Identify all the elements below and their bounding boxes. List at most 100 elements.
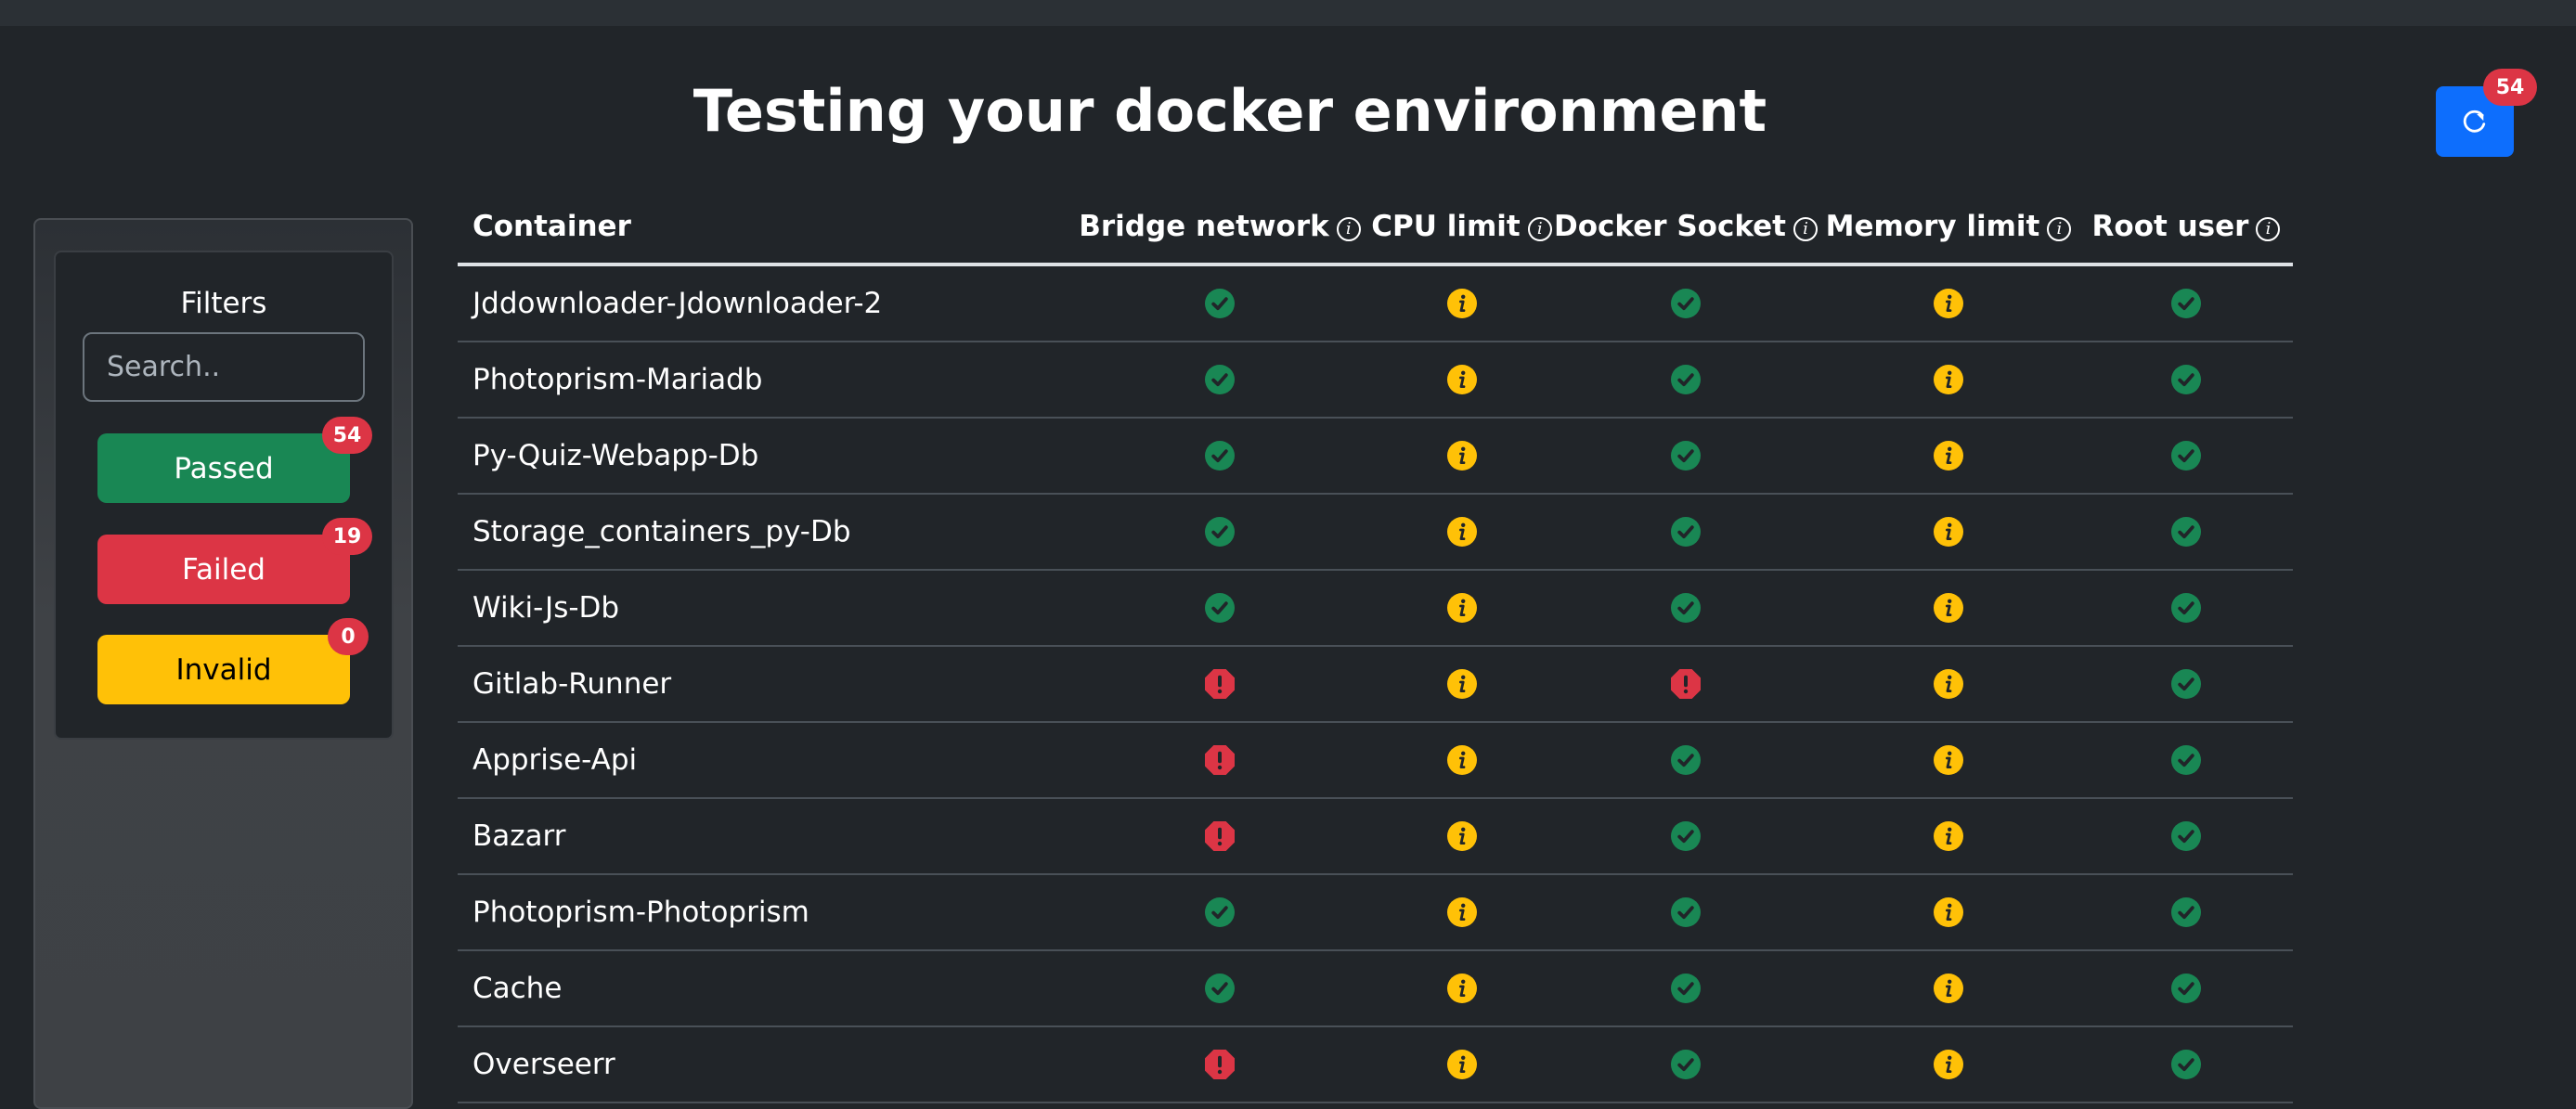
- failed-filter-button[interactable]: Failed: [97, 535, 350, 604]
- info-circle-icon: [1934, 821, 1963, 851]
- info-circle-icon: [1446, 669, 1477, 699]
- info-circle-icon: [1446, 517, 1477, 547]
- passed-count-badge: 54: [322, 417, 372, 454]
- info-circle-icon: [1934, 897, 1963, 927]
- status-cell: [1369, 646, 1554, 723]
- status-cell: [1070, 950, 1369, 1027]
- check-circle-icon: [2171, 974, 2201, 1003]
- status-cell: [2079, 264, 2293, 342]
- check-circle-icon: [1671, 1050, 1701, 1079]
- info-icon[interactable]: i: [1527, 217, 1552, 241]
- status-cell: [1369, 950, 1554, 1027]
- table-body: Jddownloader-Jdownloader-2 Photoprism-Mar…: [458, 264, 2293, 1103]
- status-cell: [1554, 798, 1818, 875]
- status-cell: [2079, 418, 2293, 495]
- container-name: Gitlab-Runner: [458, 646, 1070, 723]
- search-input[interactable]: [83, 332, 365, 402]
- status-cell: [1554, 1026, 1818, 1103]
- results-table: Container Bridge network i CPU limit i Doc…: [458, 190, 2293, 1103]
- status-cell: [1070, 1026, 1369, 1103]
- info-circle-icon: [1934, 669, 1963, 699]
- status-cell: [1070, 874, 1369, 951]
- check-circle-icon: [2171, 821, 2201, 851]
- check-circle-icon: [1671, 517, 1701, 547]
- column-header-cpu-limit: CPU limit i: [1369, 190, 1554, 266]
- status-cell: [1070, 264, 1369, 342]
- status-cell: [2079, 950, 2293, 1027]
- page-title: Testing your docker environment: [693, 77, 1767, 145]
- status-cell: [1554, 950, 1818, 1027]
- info-icon[interactable]: i: [2256, 217, 2281, 241]
- exclamation-octagon-icon: [1205, 745, 1235, 775]
- status-cell: [1369, 418, 1554, 495]
- table-row[interactable]: Overseerr: [458, 1026, 2293, 1103]
- info-icon[interactable]: i: [2047, 217, 2072, 241]
- info-icon[interactable]: i: [1793, 217, 1818, 241]
- container-name: Storage_containers_py-Db: [458, 494, 1070, 571]
- info-circle-icon: [1446, 745, 1477, 775]
- info-icon[interactable]: i: [1336, 217, 1361, 241]
- info-circle-icon: [1934, 365, 1963, 394]
- table-row[interactable]: Cache: [458, 950, 2293, 1027]
- container-name: Bazarr: [458, 798, 1070, 875]
- table-row[interactable]: Gitlab-Runner: [458, 646, 2293, 723]
- check-circle-icon: [1205, 897, 1235, 927]
- status-cell: [1369, 342, 1554, 419]
- info-circle-icon: [1446, 441, 1477, 471]
- info-circle-icon: [1934, 593, 1963, 623]
- check-circle-icon: [1205, 441, 1235, 471]
- status-cell: [1554, 494, 1818, 571]
- check-circle-icon: [2171, 441, 2201, 471]
- check-circle-icon: [1671, 593, 1701, 623]
- status-cell: [1818, 342, 2079, 419]
- table-row[interactable]: Jddownloader-Jdownloader-2: [458, 264, 2293, 342]
- invalid-count-badge: 0: [328, 618, 369, 655]
- status-cell: [1369, 494, 1554, 571]
- column-header-docker-socket: Docker Socket i: [1554, 190, 1818, 266]
- check-circle-icon: [2171, 669, 2201, 699]
- column-header-bridge-network: Bridge network i: [1070, 190, 1369, 266]
- status-cell: [1818, 950, 2079, 1027]
- table-row[interactable]: Bazarr: [458, 798, 2293, 875]
- info-circle-icon: [1934, 289, 1963, 318]
- status-cell: [1369, 264, 1554, 342]
- table-row[interactable]: Photoprism-Mariadb: [458, 342, 2293, 419]
- status-cell: [1070, 722, 1369, 799]
- check-circle-icon: [1671, 974, 1701, 1003]
- check-circle-icon: [1671, 441, 1701, 471]
- table-row[interactable]: Wiki-Js-Db: [458, 570, 2293, 647]
- status-cell: [1554, 646, 1818, 723]
- status-cell: [2079, 1026, 2293, 1103]
- top-bar: [0, 0, 2576, 26]
- filters-heading: Filters: [180, 287, 267, 320]
- check-circle-icon: [1671, 289, 1701, 318]
- status-cell: [1554, 722, 1818, 799]
- exclamation-octagon-icon: [1205, 669, 1235, 699]
- column-header-memory-limit: Memory limit i: [1818, 190, 2079, 266]
- table-row[interactable]: Storage_containers_py-Db: [458, 494, 2293, 571]
- status-cell: [2079, 874, 2293, 951]
- status-cell: [1369, 570, 1554, 647]
- info-circle-icon: [1446, 289, 1477, 318]
- status-cell: [2079, 646, 2293, 723]
- passed-filter-button[interactable]: Passed: [97, 433, 350, 503]
- container-name: Photoprism-Mariadb: [458, 342, 1070, 419]
- table-row[interactable]: Photoprism-Photoprism: [458, 874, 2293, 951]
- status-cell: [1369, 798, 1554, 875]
- status-cell: [1070, 494, 1369, 571]
- column-header-label: Container: [472, 210, 631, 243]
- check-circle-icon: [1671, 897, 1701, 927]
- table-row[interactable]: Py-Quiz-Webapp-Db: [458, 418, 2293, 495]
- failed-count-badge: 19: [322, 518, 372, 555]
- info-circle-icon: [1934, 1050, 1963, 1079]
- status-cell: [1369, 874, 1554, 951]
- check-circle-icon: [1205, 593, 1235, 623]
- container-name: Cache: [458, 950, 1070, 1027]
- info-circle-icon: [1446, 821, 1477, 851]
- info-circle-icon: [1446, 365, 1477, 394]
- status-cell: [1369, 722, 1554, 799]
- check-circle-icon: [2171, 289, 2201, 318]
- table-row[interactable]: Apprise-Api: [458, 722, 2293, 799]
- invalid-filter-button[interactable]: Invalid: [97, 635, 350, 704]
- info-circle-icon: [1934, 745, 1963, 775]
